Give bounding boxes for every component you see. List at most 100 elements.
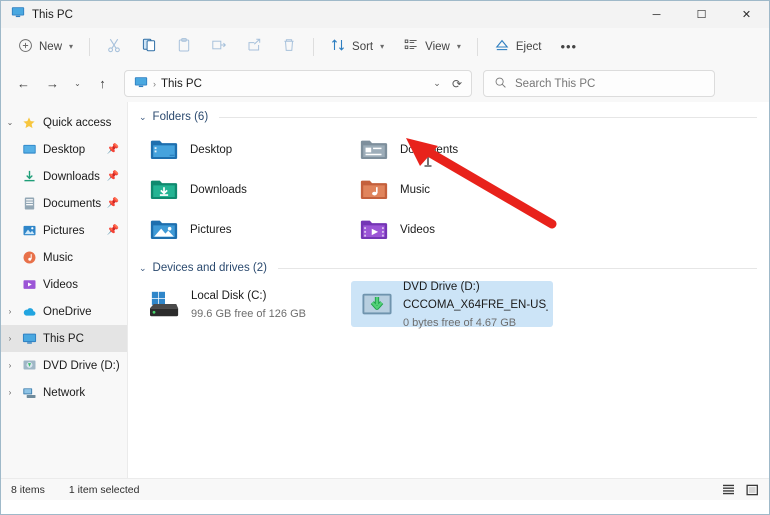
refresh-button[interactable]: ⟳ — [447, 73, 467, 95]
folder-item-label: Documents — [400, 144, 458, 156]
sidebar-item-dvd-drive[interactable]: › DVD Drive (D:) CCC — [1, 352, 127, 379]
address-bar[interactable]: › This PC ⌄ ⟳ — [124, 70, 472, 97]
folder-item-downloads[interactable]: Downloads — [139, 170, 349, 210]
folder-item-videos[interactable]: Videos — [349, 210, 559, 250]
back-button[interactable]: ← — [10, 70, 37, 97]
sidebar-item-pictures[interactable]: Pictures 📌 — [1, 217, 127, 244]
minimize-button[interactable]: ─ — [634, 1, 679, 28]
sidebar-item-music[interactable]: Music — [1, 244, 127, 271]
sidebar-item-downloads[interactable]: Downloads 📌 — [1, 163, 127, 190]
sidebar-item-label: Downloads — [43, 171, 100, 183]
forward-button[interactable]: → — [39, 70, 66, 97]
folders-group-title: Folders (6) — [153, 111, 209, 123]
breadcrumb-label[interactable]: This PC — [161, 78, 202, 90]
breadcrumb[interactable]: › This PC — [134, 75, 202, 92]
title-bar: This PC ─ ☐ ✕ — [1, 1, 769, 28]
chevron-right-icon[interactable]: › — [1, 307, 19, 316]
pin-icon[interactable]: 📌 — [107, 144, 119, 155]
videos-icon — [19, 277, 39, 292]
sidebar-item-this-pc[interactable]: › This PC — [1, 325, 127, 352]
drive-item-name: Local Disk (C:) — [191, 290, 266, 302]
chevron-down-icon[interactable]: ⌄ — [139, 112, 147, 123]
chevron-right-icon[interactable]: › — [1, 334, 19, 343]
up-button[interactable]: ↑ — [89, 70, 116, 97]
sidebar-item-onedrive[interactable]: › OneDrive — [1, 298, 127, 325]
drive-item-capacity: 0 bytes free of 4.67 GB — [403, 317, 516, 329]
chevron-down-icon[interactable]: ⌄ — [139, 263, 147, 274]
breadcrumb-separator: › — [153, 79, 156, 89]
videos-folder-icon — [354, 215, 394, 245]
eject-button[interactable]: Eject — [485, 33, 551, 61]
address-dropdown-button[interactable]: ⌄ — [427, 73, 447, 95]
search-box[interactable]: Search This PC — [483, 70, 715, 97]
close-button[interactable]: ✕ — [724, 1, 769, 28]
drives-grid: Local Disk (C:) 99.6 GB free of 126 GB — [139, 281, 757, 327]
recent-locations-button[interactable]: ⌄ — [68, 70, 87, 97]
cut-button[interactable] — [97, 33, 131, 61]
chevron-right-icon[interactable]: › — [1, 388, 19, 397]
tab-this-pc[interactable]: This PC — [1, 1, 83, 28]
sidebar-item-desktop[interactable]: Desktop 📌 — [1, 136, 127, 163]
sidebar-item-quick-access[interactable]: ⌄ Quick access — [1, 109, 127, 136]
pin-icon[interactable]: 📌 — [107, 171, 119, 182]
more-icon: ••• — [560, 39, 577, 54]
group-divider — [278, 268, 757, 269]
folder-item-documents[interactable]: Documents — [349, 130, 559, 170]
toolbar-divider — [89, 38, 90, 56]
pin-icon[interactable]: 📌 — [107, 225, 119, 236]
copy-icon — [141, 37, 157, 56]
desktop-folder-icon — [19, 142, 39, 157]
sidebar-item-documents[interactable]: Documents 📌 — [1, 190, 127, 217]
toolbar-divider-2 — [313, 38, 314, 56]
sidebar-item-label: Videos — [43, 279, 78, 291]
share-button[interactable] — [237, 33, 271, 61]
drives-group-header[interactable]: ⌄ Devices and drives (2) — [139, 262, 757, 274]
chevron-down-icon[interactable]: ⌄ — [1, 118, 19, 127]
view-button[interactable]: View ▾ — [394, 33, 470, 61]
window-controls: ─ ☐ ✕ — [634, 1, 769, 28]
search-input[interactable]: Search This PC — [515, 78, 595, 90]
sidebar-item-network[interactable]: › Network — [1, 379, 127, 406]
this-pc-icon — [19, 331, 39, 346]
more-options-button[interactable]: ••• — [551, 33, 586, 61]
sort-button[interactable]: Sort ▾ — [321, 33, 393, 61]
eject-button-label: Eject — [516, 41, 542, 53]
chevron-right-icon[interactable]: › — [1, 361, 19, 370]
sidebar-item-label: Quick access — [43, 117, 111, 129]
folder-item-desktop[interactable]: Desktop — [139, 130, 349, 170]
this-pc-icon — [134, 75, 148, 92]
drive-item-local-disk[interactable]: Local Disk (C:) 99.6 GB free of 126 GB — [139, 281, 341, 327]
drive-item-volume-label: CCCOMA_X64FRE_EN-US_DV9 — [403, 299, 548, 311]
large-icons-view-icon[interactable] — [743, 482, 761, 497]
downloads-folder-icon — [144, 175, 184, 205]
dvd-drive-icon — [356, 289, 398, 319]
share-icon — [246, 37, 262, 56]
folders-group-header[interactable]: ⌄ Folders (6) — [139, 111, 757, 123]
selection-label: 1 item selected — [69, 484, 140, 496]
paste-button[interactable] — [167, 33, 201, 61]
new-button[interactable]: New ▾ — [9, 33, 82, 61]
list-view-icon[interactable] — [719, 482, 737, 497]
drive-item-dvd-drive[interactable]: DVD Drive (D:) CCCOMA_X64FRE_EN-US_DV9 0… — [351, 281, 553, 327]
folder-item-label: Videos — [400, 224, 435, 236]
folder-item-pictures[interactable]: Pictures — [139, 210, 349, 250]
view-toggle-group — [719, 482, 761, 497]
pin-icon[interactable]: 📌 — [107, 198, 119, 209]
navigation-pane: ⌄ Quick access Desktop 📌 Downloads 📌 — [1, 102, 128, 478]
new-button-label: New — [39, 41, 62, 53]
copy-button[interactable] — [132, 33, 166, 61]
drive-item-info: DVD Drive (D:) CCCOMA_X64FRE_EN-US_DV9 0… — [403, 277, 548, 331]
chevron-down-icon: ▾ — [69, 42, 73, 51]
music-icon — [19, 250, 39, 265]
address-bar-row: ← → ⌄ ↑ › This PC ⌄ ⟳ — [1, 65, 769, 102]
toolbar-divider-3 — [477, 38, 478, 56]
sidebar-item-videos[interactable]: Videos — [1, 271, 127, 298]
tab-label: This PC — [32, 9, 73, 21]
sidebar-item-label: Pictures — [43, 225, 85, 237]
maximize-button[interactable]: ☐ — [679, 1, 724, 28]
rename-button[interactable] — [202, 33, 236, 61]
folder-item-music[interactable]: Music — [349, 170, 559, 210]
documents-folder-icon — [354, 135, 394, 165]
delete-button[interactable] — [272, 33, 306, 61]
sidebar-item-label: Desktop — [43, 144, 85, 156]
